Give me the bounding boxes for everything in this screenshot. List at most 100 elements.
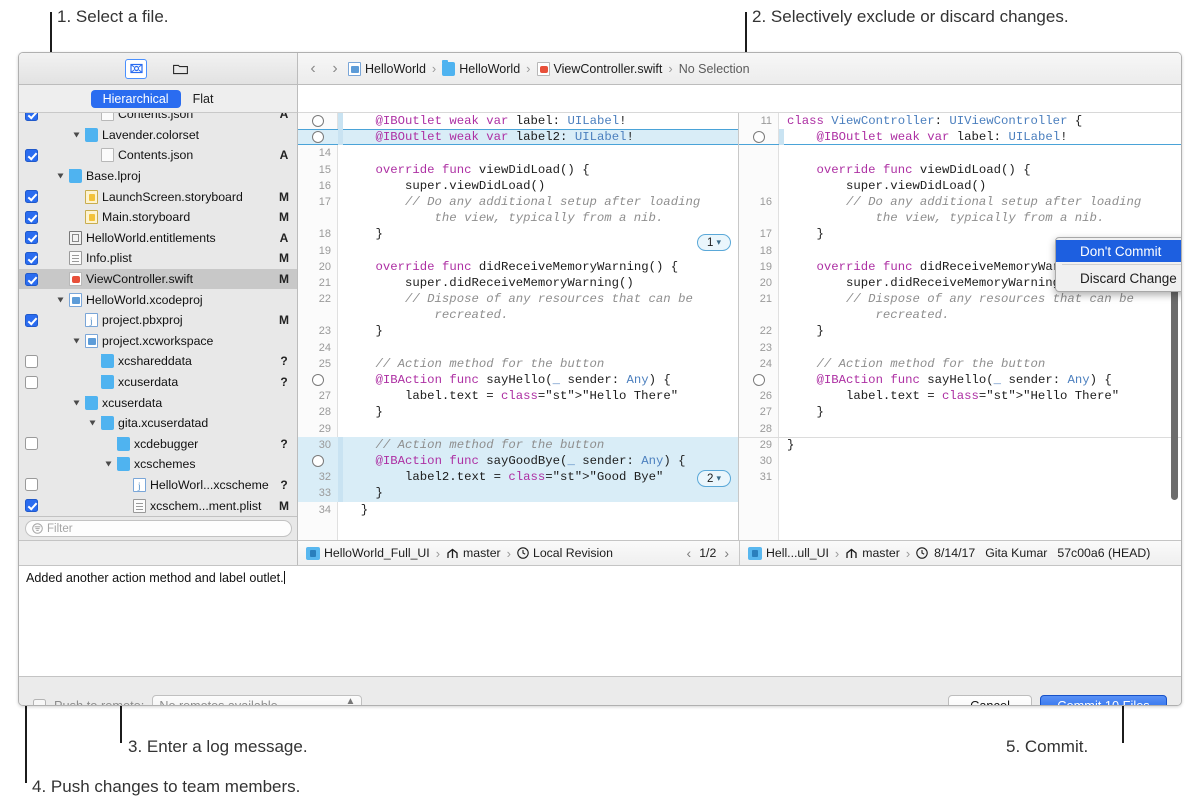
file-row[interactable]: xcschemes: [19, 454, 297, 475]
breadcrumb-item-0[interactable]: HelloWorld: [365, 62, 426, 76]
revision-left-project[interactable]: HelloWorld_Full_UI: [324, 546, 430, 560]
code-line[interactable]: @IBAction func sayGoodBye(_ sender: Any)…: [298, 452, 738, 470]
code-line[interactable]: super.viewDidLoad(): [739, 178, 1181, 194]
revision-left-label[interactable]: Local Revision: [533, 546, 613, 560]
code-line[interactable]: @IBOutlet weak var label2: UILabel!: [298, 129, 738, 146]
code-line[interactable]: 20 override func didReceiveMemoryWarning…: [298, 259, 738, 275]
change-badge-1[interactable]: 1 ▾: [697, 234, 731, 251]
code-line[interactable]: 21 super.didReceiveMemoryWarning(): [298, 275, 738, 291]
code-line[interactable]: 24: [298, 340, 738, 356]
revision-left-branch[interactable]: master: [463, 546, 501, 560]
diff-pane-left[interactable]: @IBOutlet weak var label: UILabel! @IBOu…: [298, 113, 739, 540]
code-line[interactable]: 21 // Dispose of any resources that can …: [739, 291, 1181, 307]
code-line[interactable]: 25 // Action method for the button: [298, 356, 738, 372]
file-checkbox[interactable]: [25, 231, 38, 245]
code-line[interactable]: recreated.: [739, 307, 1181, 323]
revision-right-branch[interactable]: master: [862, 546, 900, 560]
breakpoint-marker-icon[interactable]: [753, 131, 765, 144]
code-line[interactable]: 29: [298, 421, 738, 437]
code-line[interactable]: 22 // Dispose of any resources that can …: [298, 291, 738, 307]
file-checkbox[interactable]: [25, 113, 38, 121]
code-line[interactable]: 16 super.viewDidLoad(): [298, 178, 738, 194]
code-line[interactable]: 27 }: [739, 404, 1181, 420]
code-line[interactable]: override func viewDidLoad() {: [739, 162, 1181, 178]
prev-revision-icon[interactable]: ‹: [683, 545, 696, 561]
code-line[interactable]: 23: [739, 340, 1181, 356]
file-row[interactable]: HelloWorld.xcodeproj: [19, 289, 297, 310]
code-line[interactable]: 30: [739, 453, 1181, 469]
code-line[interactable]: 28 }: [298, 404, 738, 420]
next-revision-icon[interactable]: ›: [720, 545, 739, 561]
file-row[interactable]: project.pbxproj M: [19, 310, 297, 331]
file-row[interactable]: Contents.json A: [19, 145, 297, 166]
file-checkbox[interactable]: [25, 148, 38, 162]
commit-message-input[interactable]: Added another action method and label ou…: [19, 566, 1181, 677]
scope-icon[interactable]: [125, 58, 147, 79]
file-row[interactable]: xcuserdata: [19, 392, 297, 413]
diff-pane-right[interactable]: 11 class ViewController: UIViewController…: [739, 113, 1181, 540]
change-badge-2[interactable]: 2 ▾: [697, 470, 731, 487]
nav-back-icon[interactable]: ‹: [304, 60, 322, 78]
breakpoint-marker-icon[interactable]: [312, 131, 324, 144]
disclosure-triangle-icon[interactable]: [57, 173, 64, 179]
breakpoint-marker-icon[interactable]: [312, 374, 324, 386]
segment-hierarchical[interactable]: Hierarchical: [90, 89, 181, 108]
file-checkbox[interactable]: [25, 190, 38, 204]
file-row[interactable]: gita.xcuserdatad: [19, 413, 297, 434]
file-row[interactable]: Info.plist M: [19, 248, 297, 269]
file-row[interactable]: xcshareddata?: [19, 351, 297, 372]
file-row[interactable]: ViewController.swift M: [19, 268, 297, 290]
code-line[interactable]: 32 label2.text = class="st">"Good Bye": [298, 469, 738, 486]
breakpoint-marker-icon[interactable]: [312, 454, 324, 467]
code-line[interactable]: recreated.: [298, 307, 738, 323]
segment-flat[interactable]: Flat: [181, 90, 226, 108]
code-line[interactable]: @IBAction func sayHello(_ sender: Any) {: [739, 372, 1181, 388]
code-line[interactable]: @IBAction func sayHello(_ sender: Any) {: [298, 372, 738, 388]
code-line[interactable]: 26 label.text = class="st">"Hello There": [739, 388, 1181, 404]
file-row[interactable]: HelloWorl...xcscheme?: [19, 475, 297, 496]
change-context-menu[interactable]: Don't Commit Discard Change: [1055, 237, 1181, 292]
disclosure-triangle-icon[interactable]: [73, 400, 80, 406]
file-checkbox[interactable]: [25, 313, 38, 327]
menu-item-discard-change[interactable]: Discard Change: [1056, 267, 1181, 289]
push-to-remote-checkbox[interactable]: [33, 699, 46, 705]
file-row[interactable]: HelloWorld.entitlements A: [19, 228, 297, 249]
menu-item-dont-commit[interactable]: Don't Commit: [1056, 240, 1181, 262]
cancel-button[interactable]: Cancel: [948, 694, 1032, 705]
code-line[interactable]: 22 }: [739, 323, 1181, 339]
nav-forward-icon[interactable]: ›: [326, 60, 344, 78]
code-line[interactable]: @IBOutlet weak var label: UILabel!: [739, 129, 1181, 146]
code-line[interactable]: 34 }: [298, 502, 738, 518]
code-line[interactable]: 16 // Do any additional setup after load…: [739, 194, 1181, 210]
breadcrumb-item-3[interactable]: No Selection: [679, 62, 750, 76]
code-line[interactable]: 33 }: [298, 485, 738, 502]
file-checkbox[interactable]: [25, 375, 38, 389]
code-line[interactable]: 24 // Action method for the button: [739, 356, 1181, 372]
breadcrumb-item-1[interactable]: HelloWorld: [459, 62, 520, 76]
code-line[interactable]: 18 }: [298, 226, 738, 242]
folder-icon[interactable]: [169, 59, 191, 79]
code-line[interactable]: the view, typically from a nib.: [739, 210, 1181, 226]
file-row[interactable]: xcschem...ment.plist M: [19, 495, 297, 516]
file-row[interactable]: LaunchScreen.storyboard M: [19, 186, 297, 207]
code-line[interactable]: 28: [739, 421, 1181, 437]
file-checkbox[interactable]: [25, 499, 38, 513]
breakpoint-marker-icon[interactable]: [753, 374, 765, 386]
file-checkbox[interactable]: [25, 478, 38, 492]
commit-button[interactable]: Commit 10 Files: [1040, 694, 1167, 705]
right-code[interactable]: 11 class ViewController: UIViewController…: [739, 113, 1181, 540]
file-row[interactable]: Base.lproj: [19, 166, 297, 187]
code-line[interactable]: 17 // Do any additional setup after load…: [298, 194, 738, 210]
code-line[interactable]: 19: [298, 243, 738, 259]
disclosure-triangle-icon[interactable]: [73, 132, 80, 138]
file-checkbox[interactable]: [25, 354, 38, 368]
code-line[interactable]: 31: [739, 469, 1181, 485]
file-row[interactable]: xcuserdata?: [19, 372, 297, 393]
file-checkbox[interactable]: [25, 210, 38, 224]
remote-select[interactable]: No remotes available ▲▼: [152, 695, 363, 705]
code-line[interactable]: the view, typically from a nib.: [298, 210, 738, 226]
code-line[interactable]: @IBOutlet weak var label: UILabel!: [298, 113, 738, 130]
file-row[interactable]: xcdebugger?: [19, 434, 297, 455]
file-row[interactable]: Contents.json A: [19, 113, 297, 125]
left-code[interactable]: @IBOutlet weak var label: UILabel! @IBOu…: [298, 113, 738, 540]
